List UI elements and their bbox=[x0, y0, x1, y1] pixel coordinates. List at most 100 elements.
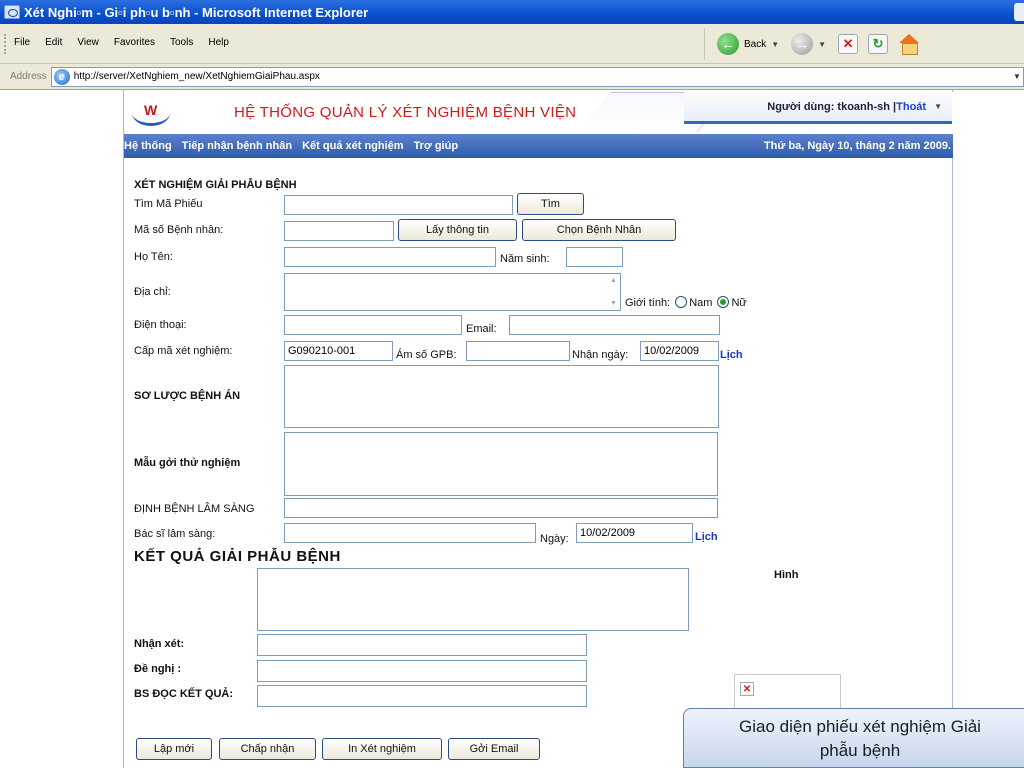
menu-edit[interactable]: Edit bbox=[45, 37, 62, 48]
print-button[interactable]: In Xét nghiệm bbox=[322, 738, 442, 760]
sample-textarea[interactable] bbox=[284, 432, 718, 496]
nav-item-system[interactable]: Hệ thống bbox=[124, 140, 172, 152]
diagnosis-input[interactable] bbox=[284, 498, 718, 518]
doctor-label: Bác sĩ lâm sàng: bbox=[134, 528, 216, 540]
back-arrow-icon: ← bbox=[717, 33, 739, 55]
received-date-calendar-link[interactable]: Lịch bbox=[720, 349, 743, 361]
name-label: Họ Tên: bbox=[134, 251, 173, 263]
window-controls[interactable] bbox=[1014, 3, 1024, 21]
received-date-label: Nhận ngày: bbox=[572, 349, 629, 361]
address-label: Address bbox=[10, 71, 47, 82]
result-textarea[interactable] bbox=[257, 568, 689, 631]
doctor-input[interactable] bbox=[284, 523, 536, 543]
logout-link[interactable]: Thoát bbox=[896, 101, 926, 113]
refresh-icon[interactable]: ↻ bbox=[868, 34, 889, 54]
user-name: Người dùng: tkoanh-sh | bbox=[767, 100, 897, 113]
section-title: XÉT NGHIỆM GIẢI PHẪU BỆNH bbox=[134, 179, 297, 191]
name-input[interactable] bbox=[284, 247, 496, 267]
get-info-button[interactable]: Lấy thông tin bbox=[398, 219, 517, 241]
sample-label: Mẫu gởi thử nghiệm bbox=[134, 457, 241, 469]
back-dropdown-icon[interactable]: ▼ bbox=[771, 40, 779, 49]
menu-bar: File Edit View Favorites Tools Help bbox=[14, 37, 229, 48]
menu-toolbar-area: File Edit View Favorites Tools Help ← Ba… bbox=[0, 24, 1024, 64]
gender-male-radio[interactable] bbox=[675, 296, 688, 308]
current-date: Thứ ba, Ngày 10, tháng 2 năm 2009. bbox=[763, 140, 951, 152]
stop-icon[interactable]: ✕ bbox=[838, 34, 859, 54]
find-code-label: Tìm Mã Phiếu bbox=[134, 198, 203, 210]
user-menu-dropdown-icon[interactable]: ▼ bbox=[934, 102, 942, 111]
gpb-input[interactable] bbox=[466, 341, 570, 361]
address-textarea[interactable]: ▲ ▼ bbox=[284, 273, 621, 311]
menu-file[interactable]: File bbox=[14, 37, 30, 48]
patient-id-label: Mã số Bệnh nhân: bbox=[134, 224, 224, 236]
nav-item-patient-intake[interactable]: Tiếp nhận bệnh nhân bbox=[182, 140, 292, 152]
slide-caption: Giao diện phiếu xét nghiệm Giải phẫu bện… bbox=[683, 708, 1024, 768]
date-input[interactable] bbox=[576, 523, 693, 543]
test-code-input[interactable] bbox=[284, 341, 393, 361]
window-title: Xét Nghi▫m - Gi▫i ph▫u b▫nh - Microsoft … bbox=[24, 4, 369, 20]
main-nav: Hệ thống Tiếp nhận bệnh nhân Kết quả xét… bbox=[124, 134, 953, 158]
phone-label: Điện thoại: bbox=[134, 319, 187, 331]
email-label: Email: bbox=[466, 323, 497, 335]
back-button[interactable]: ← Back ▼ bbox=[717, 33, 779, 55]
choose-patient-button[interactable]: Chọn Bệnh Nhân bbox=[522, 219, 676, 241]
forward-button[interactable]: → ▼ bbox=[791, 33, 826, 55]
forward-dropdown-icon[interactable]: ▼ bbox=[818, 40, 826, 49]
toolbar-grip[interactable] bbox=[4, 34, 7, 54]
image-label: Hình bbox=[774, 569, 799, 581]
email-button[interactable]: Gởi Email bbox=[448, 738, 540, 760]
scroll-up-icon[interactable]: ▲ bbox=[608, 275, 619, 286]
address-input[interactable]: e http://server/XetNghiem_new/XetNghiemG… bbox=[50, 66, 1024, 87]
gender-male-label: Nam bbox=[689, 297, 713, 309]
email-input[interactable] bbox=[509, 315, 720, 335]
forward-arrow-icon: → bbox=[791, 33, 814, 55]
new-button[interactable]: Lập mới bbox=[136, 738, 212, 760]
comment-input[interactable] bbox=[257, 634, 587, 656]
date-label: Ngày: bbox=[540, 533, 569, 545]
date-calendar-link[interactable]: Lịch bbox=[695, 531, 718, 543]
page-content: W HỆ THỐNG QUẢN LÝ XÉT NGHIỆM BỆNH VIỆN … bbox=[0, 90, 1024, 768]
find-button[interactable]: Tìm bbox=[517, 193, 584, 215]
find-code-input[interactable] bbox=[284, 195, 513, 215]
broken-image-icon: ✕ bbox=[740, 682, 754, 696]
hospital-logo-icon: W bbox=[132, 98, 174, 128]
gender-female-label: Nữ bbox=[731, 297, 747, 309]
diagnosis-label: ĐỊNH BỆNH LÂM SÀNG bbox=[134, 503, 255, 515]
gender-female-radio[interactable] bbox=[717, 296, 730, 308]
window-titlebar: Xét Nghi▫m - Gi▫i ph▫u b▫nh - Microsoft … bbox=[0, 0, 1024, 24]
received-date-input[interactable] bbox=[640, 341, 719, 361]
page-icon: e bbox=[53, 68, 70, 85]
address-bar: Address e http://server/XetNghiem_new/Xe… bbox=[0, 64, 1024, 90]
menu-help[interactable]: Help bbox=[208, 37, 229, 48]
comment-label: Nhận xét: bbox=[134, 638, 185, 650]
nav-item-test-results[interactable]: Kết quả xét nghiệm bbox=[302, 140, 403, 152]
caption-line-2: phẫu bệnh bbox=[819, 741, 901, 760]
menu-tools[interactable]: Tools bbox=[170, 37, 193, 48]
scroll-down-icon[interactable]: ▼ bbox=[608, 298, 619, 309]
patient-id-input[interactable] bbox=[284, 221, 394, 241]
site-header: W HỆ THỐNG QUẢN LÝ XÉT NGHIỆM BỆNH VIỆN … bbox=[124, 92, 953, 134]
gender-label: Giới tính: Nam Nữ bbox=[625, 296, 747, 309]
phone-input[interactable] bbox=[284, 315, 462, 335]
accept-button[interactable]: Chấp nhận bbox=[219, 738, 316, 760]
history-label: SƠ LƯỢC BỆNH ÁN bbox=[134, 390, 241, 402]
address-dropdown-icon[interactable]: ▼ bbox=[1011, 72, 1023, 81]
birth-year-input[interactable] bbox=[566, 247, 623, 267]
gpb-label: Ám số GPB: bbox=[396, 349, 457, 361]
reader-input[interactable] bbox=[257, 685, 587, 707]
result-title: KẾT QUẢ GIẢI PHẪU BỆNH bbox=[134, 548, 341, 565]
address-field-label: Địa chỉ: bbox=[134, 286, 171, 298]
browser-toolbar: ← Back ▼ → ▼ ✕ ↻ bbox=[704, 28, 920, 60]
history-textarea[interactable] bbox=[284, 365, 719, 428]
nav-item-help[interactable]: Trợ giúp bbox=[414, 140, 458, 152]
user-info: Người dùng: tkoanh-sh | Thoát ▼ bbox=[684, 92, 952, 124]
system-title: HỆ THỐNG QUẢN LÝ XÉT NGHIỆM BỆNH VIỆN bbox=[234, 104, 577, 121]
address-url: http://server/XetNghiem_new/XetNghiemGia… bbox=[73, 71, 320, 82]
menu-favorites[interactable]: Favorites bbox=[114, 37, 155, 48]
suggest-input[interactable] bbox=[257, 660, 587, 682]
test-code-label: Cấp mã xét nghiệm: bbox=[134, 345, 233, 357]
menu-view[interactable]: View bbox=[77, 37, 99, 48]
home-icon[interactable] bbox=[898, 34, 920, 55]
back-label: Back bbox=[744, 38, 767, 50]
ie-app-icon bbox=[4, 5, 20, 19]
